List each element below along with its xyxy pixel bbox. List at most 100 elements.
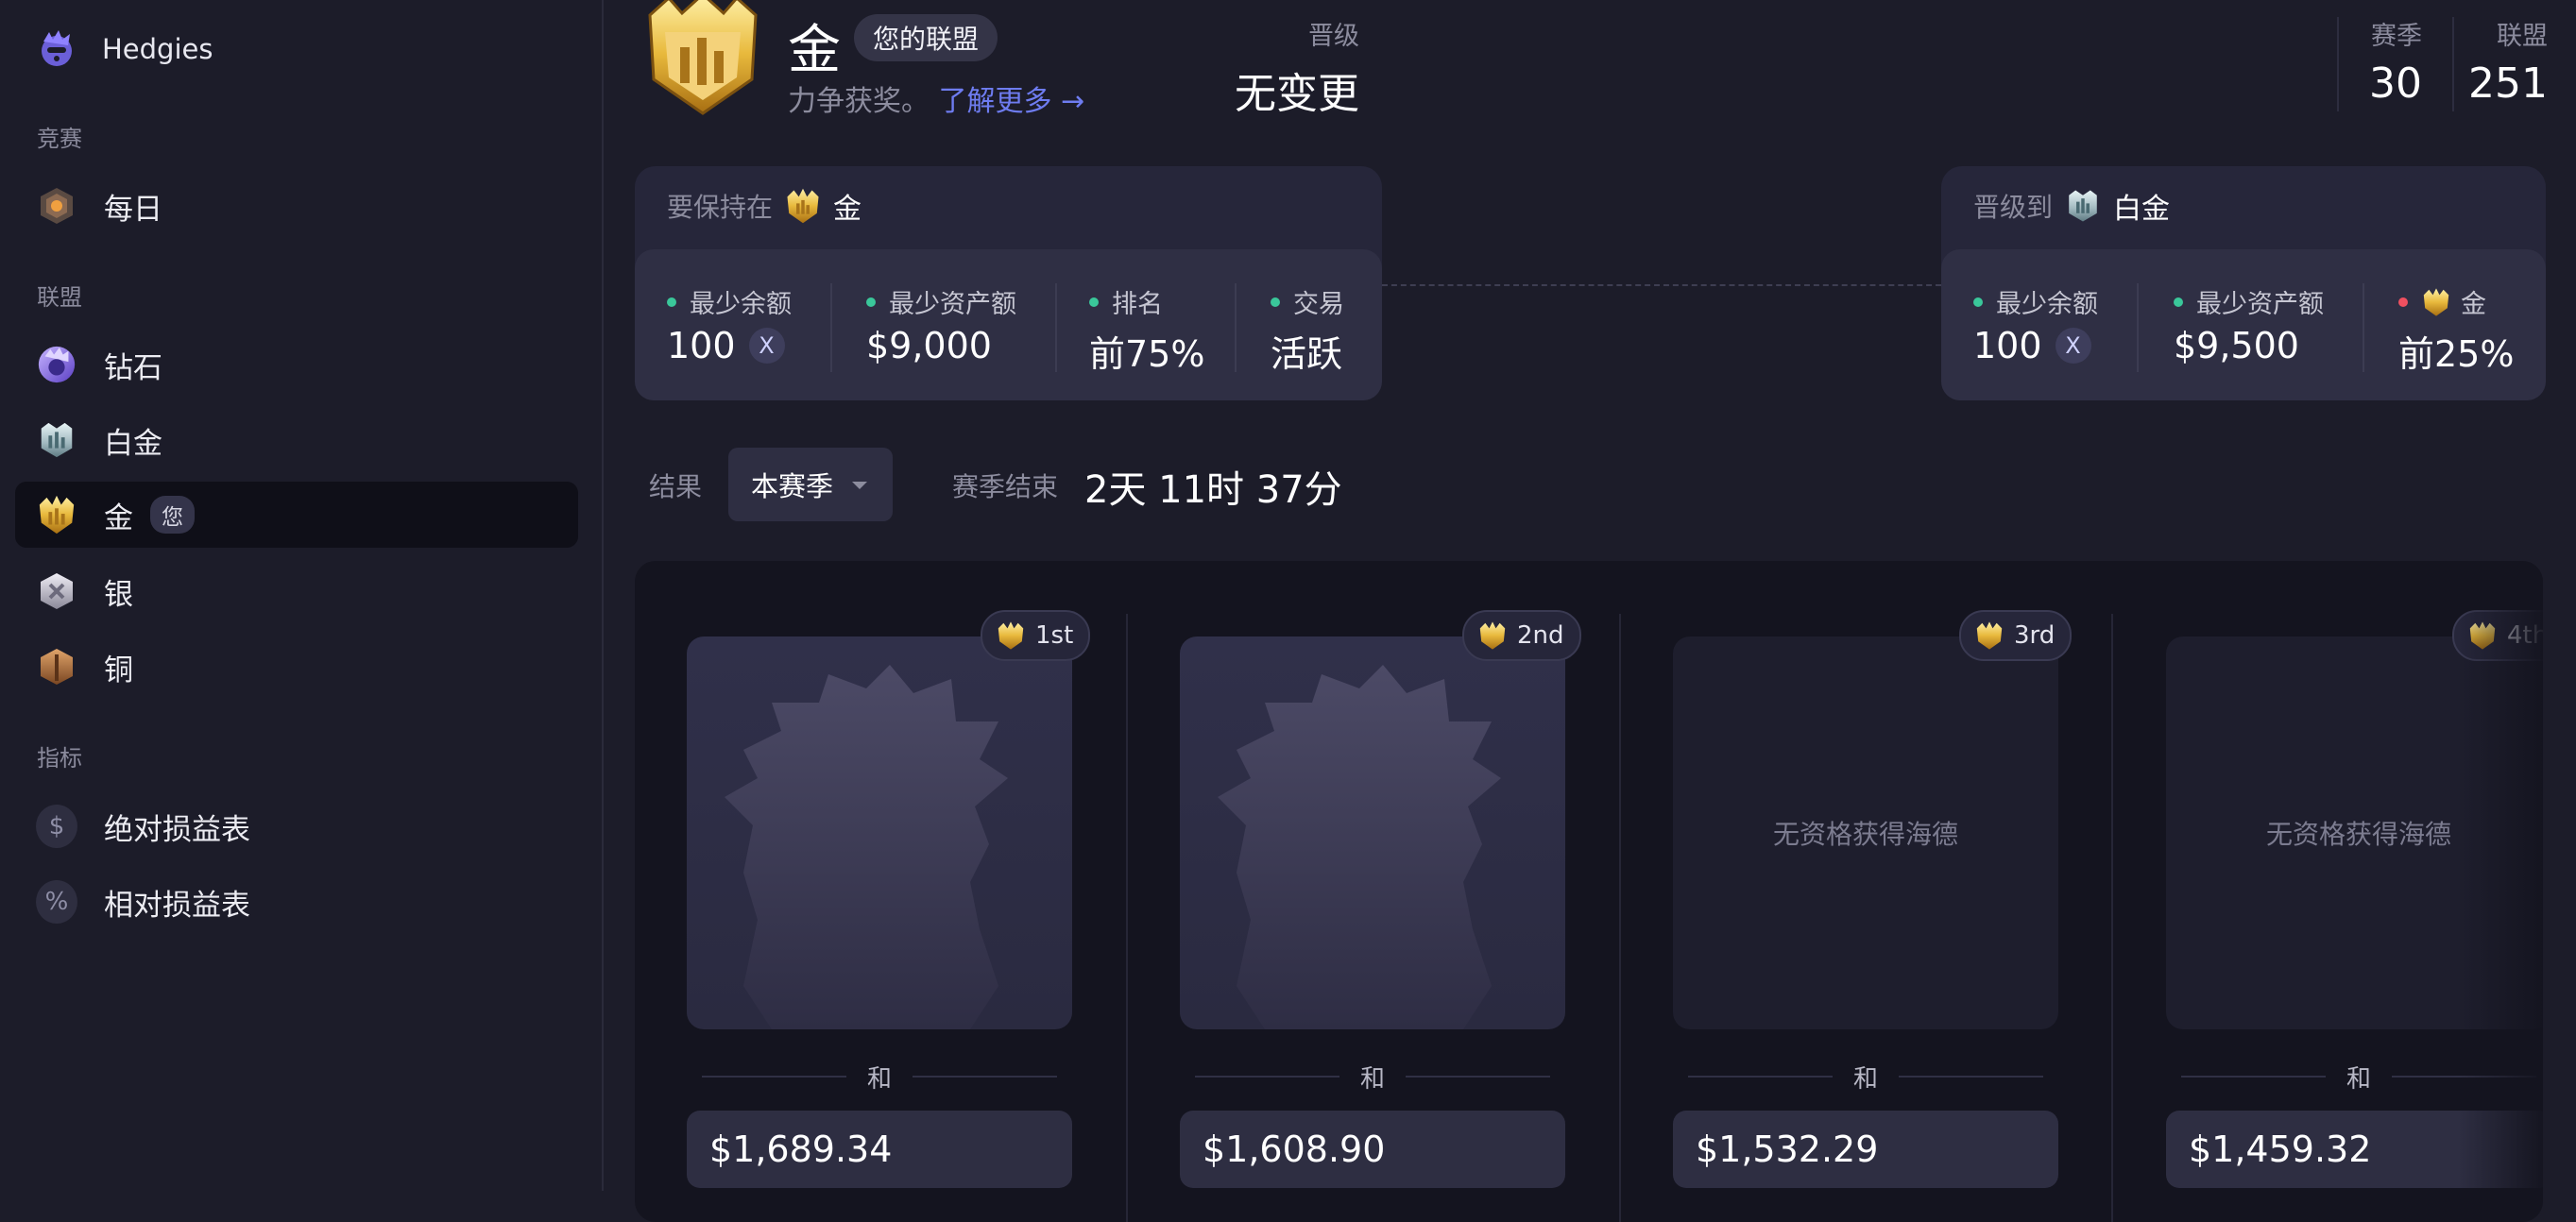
status-dot bbox=[866, 297, 876, 307]
divider bbox=[1235, 283, 1237, 372]
stay-header: 要保持在 金 bbox=[667, 185, 862, 227]
divider bbox=[2363, 283, 2364, 372]
gold-league-icon bbox=[787, 188, 819, 224]
stat-season: 赛季 30 bbox=[2369, 15, 2422, 108]
daily-icon bbox=[36, 185, 77, 227]
season-end-label: 赛季结束 bbox=[952, 471, 1059, 502]
req-label: 排名 bbox=[1112, 290, 1163, 319]
season-countdown: 2天 11时 37分 bbox=[1084, 468, 1342, 512]
hedgie-silhouette-icon bbox=[725, 665, 1008, 1029]
dashed-connector bbox=[1382, 284, 1941, 286]
sidebar-item-daily[interactable]: 每日 bbox=[15, 173, 578, 239]
hedgies-logo-icon bbox=[42, 30, 72, 66]
dydx-coin-icon: X bbox=[2055, 328, 2091, 364]
hedgie-avatar bbox=[687, 636, 1072, 1029]
stat-value: 无变更 bbox=[1235, 70, 1359, 118]
divider bbox=[1055, 283, 1057, 372]
and-separator: 和 bbox=[702, 1061, 1058, 1094]
sidebar-item-gold[interactable]: 金 您 bbox=[15, 482, 578, 548]
dydx-coin-icon: X bbox=[748, 328, 785, 364]
status-dot bbox=[1271, 297, 1280, 307]
pnl-value: $1,689.34 bbox=[687, 1111, 1072, 1188]
brand[interactable]: Hedgies bbox=[36, 23, 213, 76]
season-select[interactable]: 本赛季 bbox=[728, 448, 893, 521]
gold-league-icon bbox=[1976, 621, 2003, 650]
not-eligible-text: 无资格获得海德 bbox=[2265, 819, 2451, 850]
status-dot bbox=[2174, 297, 2183, 307]
sidebar-item-label: 每日 bbox=[104, 192, 162, 227]
sidebar-item-label: 相对损益表 bbox=[104, 888, 250, 923]
sidebar-item-platinum[interactable]: 白金 bbox=[15, 407, 578, 473]
stay-title: 要保持在 bbox=[667, 192, 774, 223]
req-value: 100 bbox=[667, 325, 736, 366]
hedgie-silhouette-icon bbox=[1218, 665, 1501, 1029]
chevron-down-icon bbox=[852, 482, 867, 489]
status-dot bbox=[1089, 297, 1099, 307]
req-label: 最少资产额 bbox=[2196, 290, 2324, 319]
sidebar-item-relative-pnl[interactable]: % 相对损益表 bbox=[15, 869, 578, 935]
gold-league-icon bbox=[998, 621, 1024, 650]
stat-label: 联盟 bbox=[2497, 22, 2548, 51]
sidebar-item-label: 金 bbox=[104, 501, 133, 535]
not-eligible-text: 无资格获得海德 bbox=[1772, 819, 1958, 850]
sidebar-item-absolute-pnl[interactable]: $ 绝对损益表 bbox=[15, 793, 578, 859]
platinum-league-icon bbox=[36, 419, 77, 461]
and-separator: 和 bbox=[1688, 1061, 2044, 1094]
section-contests-title: 竞赛 bbox=[37, 126, 82, 152]
divider bbox=[1619, 614, 1621, 1222]
req-label: 最少资产额 bbox=[889, 290, 1016, 319]
sidebar-item-label: 钻石 bbox=[104, 350, 162, 385]
pnl-value: $1,532.29 bbox=[1673, 1111, 2058, 1188]
sidebar-item-label: 银 bbox=[104, 577, 133, 612]
req-value: 前75% bbox=[1089, 333, 1205, 375]
promote-title: 晋级到 bbox=[1973, 192, 2054, 223]
section-metrics-title: 指标 bbox=[37, 745, 82, 772]
stat-league: 联盟 251 bbox=[2468, 15, 2548, 108]
your-league-badge: 您的联盟 bbox=[854, 14, 998, 61]
you-badge: 您 bbox=[150, 496, 195, 534]
results-label: 结果 bbox=[649, 471, 703, 502]
gold-league-icon bbox=[2423, 287, 2449, 316]
req-value: $9,500 bbox=[2174, 325, 2299, 366]
sidebar-item-label: 绝对损益表 bbox=[104, 812, 250, 847]
rank-badge[interactable]: 3rd bbox=[1959, 610, 2073, 661]
stat-promotion: 晋级 无变更 bbox=[1235, 15, 1359, 120]
sidebar-item-diamond[interactable]: 钻石 bbox=[15, 331, 578, 398]
sidebar-item-label: 白金 bbox=[104, 426, 162, 461]
req-label: 交易 bbox=[1293, 290, 1344, 319]
req-label: 最少余额 bbox=[690, 290, 792, 319]
brand-name: Hedgies bbox=[102, 33, 213, 65]
silver-league-icon bbox=[36, 570, 77, 612]
status-dot bbox=[1973, 297, 1983, 307]
req-value: 活跃 bbox=[1271, 333, 1343, 375]
hedgie-avatar bbox=[1180, 636, 1565, 1029]
diamond-league-icon bbox=[36, 344, 77, 385]
learn-more-link[interactable]: 了解更多 → bbox=[939, 85, 1085, 118]
status-dot bbox=[667, 297, 676, 307]
rank-badge[interactable]: 2nd bbox=[1462, 610, 1581, 661]
divider bbox=[830, 283, 832, 372]
page-title: 金 bbox=[788, 20, 841, 81]
pnl-value: $1,608.90 bbox=[1180, 1111, 1565, 1188]
rank-badge[interactable]: 1st bbox=[981, 610, 1091, 661]
req-label: 金 bbox=[2461, 290, 2486, 319]
divider bbox=[2137, 283, 2139, 372]
sidebar-item-silver[interactable]: 银 bbox=[15, 558, 578, 624]
stat-label: 晋级 bbox=[1308, 22, 1359, 51]
divider bbox=[1126, 614, 1128, 1222]
divider bbox=[2337, 17, 2339, 111]
section-leagues-title: 联盟 bbox=[37, 284, 82, 311]
req-label: 最少余额 bbox=[1996, 290, 2098, 319]
scroll-fade bbox=[2458, 561, 2543, 1222]
percent-icon: % bbox=[36, 880, 77, 924]
and-separator: 和 bbox=[1195, 1061, 1551, 1094]
stay-requirements: 最少余额 100 X 最少资产额 $9,000 排名 前75% 交易 活跃 bbox=[635, 249, 1382, 400]
gold-league-icon bbox=[1479, 621, 1506, 650]
req-value: 前25% bbox=[2398, 333, 2515, 375]
promote-header: 晋级到 白金 bbox=[1973, 185, 2170, 227]
stat-value: 30 bbox=[2369, 59, 2422, 108]
sidebar-item-bronze[interactable]: 铜 bbox=[15, 634, 578, 700]
platinum-league-icon bbox=[2069, 190, 2097, 222]
leaderboard-panel: 和 $1,689.34 1st 和 $1,608.90 2nd 无资格获得海德 … bbox=[635, 561, 2543, 1222]
bronze-league-icon bbox=[36, 646, 77, 687]
